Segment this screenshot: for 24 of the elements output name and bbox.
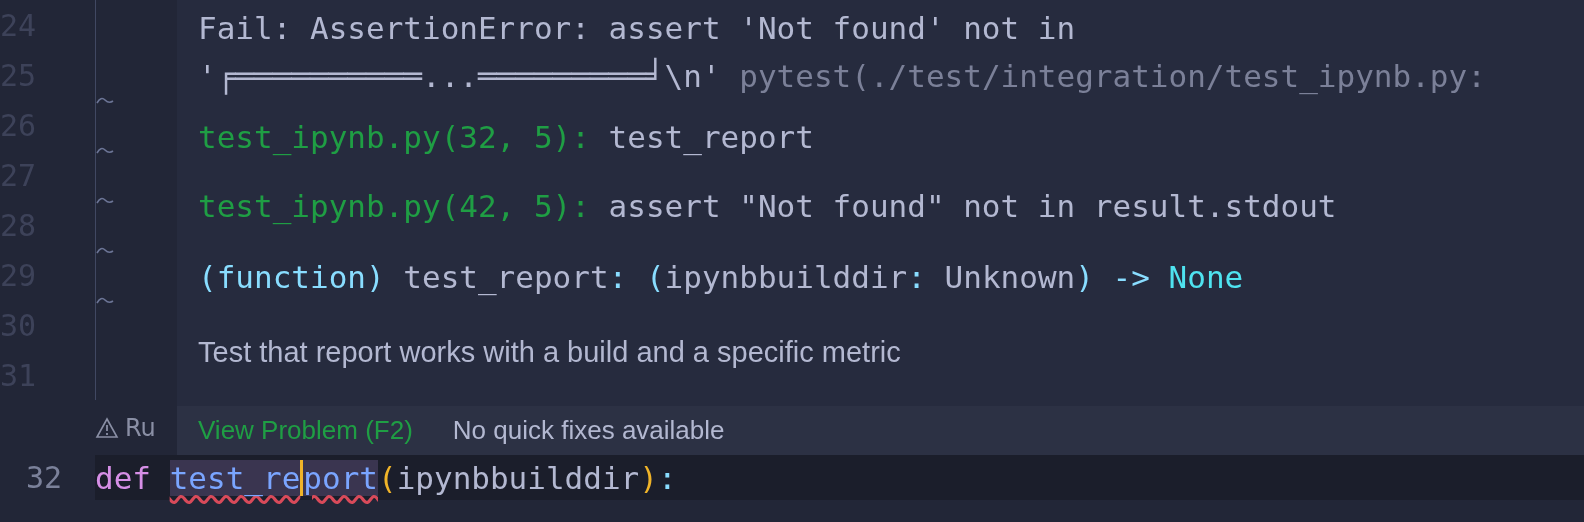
tilde-icon — [96, 246, 114, 254]
tilde-icon — [96, 296, 114, 304]
hover-text: (function) test_report: (ipynbbuilddir: Unknown) -> None — [198, 258, 1244, 295]
hover-text: test_ipynb.py(32, 5): test_report — [198, 119, 814, 155]
code-token: port — [303, 459, 378, 496]
warning-icon — [95, 416, 119, 439]
code-token: def — [95, 459, 151, 496]
line-number: 32 — [24, 460, 62, 495]
code-token: ipynbbuilddir — [396, 459, 640, 496]
code-token: ) — [639, 459, 658, 496]
code-token: ( — [377, 459, 397, 496]
view-problem-link[interactable]: View Problem (F2) — [198, 415, 413, 446]
text-cursor — [300, 459, 304, 496]
tilde-icon — [96, 96, 114, 104]
codelens-link[interactable]: Ru — [125, 413, 156, 442]
code-token: test_re — [169, 459, 301, 496]
tilde-icon — [96, 196, 114, 204]
hover-text: test_ipynb.py(42, 5): assert "Not found" not in result.stdout — [198, 188, 1337, 224]
tilde-icon — [96, 146, 114, 154]
hover-text: '╒══════════...═════════╛\n' pytest(./test/integration/test_ipynb.py: — [198, 58, 1486, 94]
hover-text: Fail: AssertionError: assert 'Not found' not in — [198, 10, 1076, 46]
description-text: Test that report works with a build and a specific metric — [198, 335, 901, 369]
code-token: : — [657, 459, 677, 496]
status-message: No quick fixes available — [452, 415, 725, 446]
